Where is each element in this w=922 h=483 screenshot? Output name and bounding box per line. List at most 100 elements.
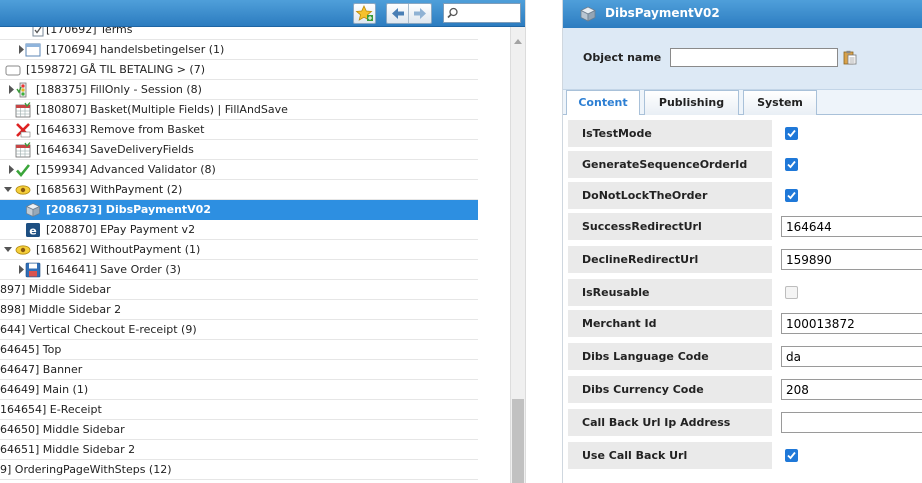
field-dibs-language-code: Dibs Language Code xyxy=(568,343,922,370)
tree-node[interactable]: 164654] E-Receipt xyxy=(0,400,478,420)
expanded-arrow-icon[interactable] xyxy=(4,185,12,194)
generatesequenceorderid-checkbox[interactable] xyxy=(785,158,798,171)
tree-node[interactable]: [208673] DibsPaymentV02 xyxy=(0,200,478,220)
tree-node[interactable]: 64651] Middle Sidebar 2 xyxy=(0,440,478,460)
tree-node-label: [164641] Save Order (3) xyxy=(46,263,181,276)
tree-node[interactable]: [159872] GÅ TIL BETALING > (7) xyxy=(0,60,478,80)
field-call-back-url-ip-address: Call Back Url Ip Address xyxy=(568,409,922,436)
panel-splitter[interactable] xyxy=(525,0,563,483)
arrow-left-icon xyxy=(392,8,404,19)
red-x-icon xyxy=(16,123,31,138)
scroll-thumb[interactable] xyxy=(512,399,524,483)
clipboard-icon[interactable] xyxy=(843,50,857,65)
field-label: IsReusable xyxy=(568,279,772,306)
tree-node[interactable]: 897] Middle Sidebar xyxy=(0,280,478,300)
istestmode-checkbox[interactable] xyxy=(785,127,798,140)
panel-title: DibsPaymentV02 xyxy=(605,6,720,20)
object-name-input[interactable] xyxy=(670,48,838,67)
back-button[interactable] xyxy=(387,4,409,23)
traffic-light-icon xyxy=(16,82,27,98)
successredirecturl-input[interactable] xyxy=(781,216,922,237)
checkbox-page-icon xyxy=(32,27,44,37)
star-add-icon xyxy=(355,5,373,21)
isreusable-checkbox xyxy=(785,286,798,299)
field-donotlocktheorder: DoNotLockTheOrder xyxy=(568,182,922,209)
floppy-disk-icon xyxy=(25,262,41,278)
tree-node[interactable]: [168562] WithoutPayment (1) xyxy=(0,240,478,260)
tree-scrollbar[interactable] xyxy=(510,27,525,483)
tree-node[interactable]: [164634] SaveDeliveryFields xyxy=(0,140,478,160)
object-name-label: Object name xyxy=(583,51,662,64)
tree-node-label: 164654] E-Receipt xyxy=(0,403,102,416)
tree-node[interactable]: 64647] Banner xyxy=(0,360,478,380)
tree-node-label: [159934] Advanced Validator (8) xyxy=(36,163,216,176)
epay-icon: e xyxy=(26,223,40,238)
tree-node[interactable]: [164633] Remove from Basket xyxy=(0,120,478,140)
tree-node-label: [164634] SaveDeliveryFields xyxy=(36,143,194,156)
tree-node[interactable]: 9] OrderingPageWithSteps (12) xyxy=(0,460,478,480)
tree-node-label: 64645] Top xyxy=(0,343,62,356)
tree-node[interactable]: [170692] Terms xyxy=(0,27,478,40)
tree-node[interactable]: [159934] Advanced Validator (8) xyxy=(0,160,478,180)
tree-node-label: [188375] FillOnly - Session (8) xyxy=(36,83,202,96)
tree-node-label: 897] Middle Sidebar xyxy=(0,283,111,296)
tree-node[interactable]: [170694] handelsbetingelser (1) xyxy=(0,40,478,60)
forward-button[interactable] xyxy=(409,4,431,23)
tree-node-label: [208870] EPay Payment v2 xyxy=(46,223,196,236)
collapsed-arrow-icon[interactable] xyxy=(7,85,15,94)
tree-node-label: 644] Vertical Checkout E-receipt (9) xyxy=(0,323,197,336)
field-dibs-currency-code: Dibs Currency Code xyxy=(568,376,922,403)
field-isreusable: IsReusable xyxy=(568,279,922,306)
use-call-back-url-checkbox[interactable] xyxy=(785,449,798,462)
tree-node-label: 898] Middle Sidebar 2 xyxy=(0,303,122,316)
checkmark-icon xyxy=(787,191,796,200)
tree-node-label: [168563] WithPayment (2) xyxy=(36,183,183,196)
tree-node[interactable]: 64650] Middle Sidebar xyxy=(0,420,478,440)
tree-node[interactable]: 64645] Top xyxy=(0,340,478,360)
folder-open-icon xyxy=(5,65,21,76)
collapsed-arrow-icon[interactable] xyxy=(7,165,15,174)
tree-search-input[interactable] xyxy=(460,4,518,22)
dibs-currency-code-input[interactable] xyxy=(781,379,922,400)
property-list: IsTestMode GenerateSequenceOrderId DoNotLo… xyxy=(563,115,922,483)
field-use-call-back-url: Use Call Back Url xyxy=(568,442,922,469)
tree-node-label: [164633] Remove from Basket xyxy=(36,123,205,136)
call-back-url-ip-address-input[interactable] xyxy=(781,412,922,433)
tree-node-label: 64651] Middle Sidebar 2 xyxy=(0,443,136,456)
collapsed-arrow-icon[interactable] xyxy=(17,265,25,274)
tree-node[interactable]: [164641] Save Order (3) xyxy=(0,260,478,280)
tree-node[interactable]: e [208870] EPay Payment v2 xyxy=(0,220,478,240)
collapsed-arrow-icon[interactable] xyxy=(17,45,25,54)
tab-content[interactable]: Content xyxy=(566,90,640,116)
tab-publishing[interactable]: Publishing xyxy=(644,90,739,115)
merchant-id-input[interactable] xyxy=(781,313,922,334)
add-favorite-button[interactable] xyxy=(353,3,376,24)
cube-icon xyxy=(580,6,596,22)
expanded-arrow-icon[interactable] xyxy=(4,245,12,254)
donotlocktheorder-checkbox[interactable] xyxy=(785,189,798,202)
field-declineredirecturl: DeclineRedirectUrl xyxy=(568,246,922,273)
field-label: Merchant Id xyxy=(568,310,772,337)
tree-node-label: [170692] Terms xyxy=(46,27,133,36)
tree-node[interactable]: 644] Vertical Checkout E-receipt (9) xyxy=(0,320,478,340)
tree-node-label: 64647] Banner xyxy=(0,363,83,376)
navigation-buttons xyxy=(386,3,432,24)
tree-node-label: 9] OrderingPageWithSteps (12) xyxy=(0,463,172,476)
tree-node[interactable]: [180807] Basket(Multiple Fields) | FillA… xyxy=(0,100,478,120)
tree-node[interactable]: [188375] FillOnly - Session (8) xyxy=(0,80,478,100)
field-istestmode: IsTestMode xyxy=(568,120,922,147)
field-successredirecturl: SuccessRedirectUrl xyxy=(568,213,922,240)
declineredirecturl-input[interactable] xyxy=(781,249,922,270)
tab-system[interactable]: System xyxy=(743,90,817,115)
tree-node[interactable]: [168563] WithPayment (2) xyxy=(0,180,478,200)
property-tabs: Content Publishing System xyxy=(563,90,922,116)
tree-node-label: [208673] DibsPaymentV02 xyxy=(46,203,211,216)
tree-node[interactable]: 898] Middle Sidebar 2 xyxy=(0,300,478,320)
dibs-language-code-input[interactable] xyxy=(781,346,922,367)
field-label: Dibs Language Code xyxy=(568,343,772,370)
tree-node[interactable]: 64649] Main (1) xyxy=(0,380,478,400)
content-tree: [170692] Terms [170694] handelsbetingelse… xyxy=(0,27,510,483)
field-label: Use Call Back Url xyxy=(568,442,772,469)
scroll-up-arrow-icon[interactable] xyxy=(514,39,522,44)
field-merchant-id: Merchant Id xyxy=(568,310,922,337)
